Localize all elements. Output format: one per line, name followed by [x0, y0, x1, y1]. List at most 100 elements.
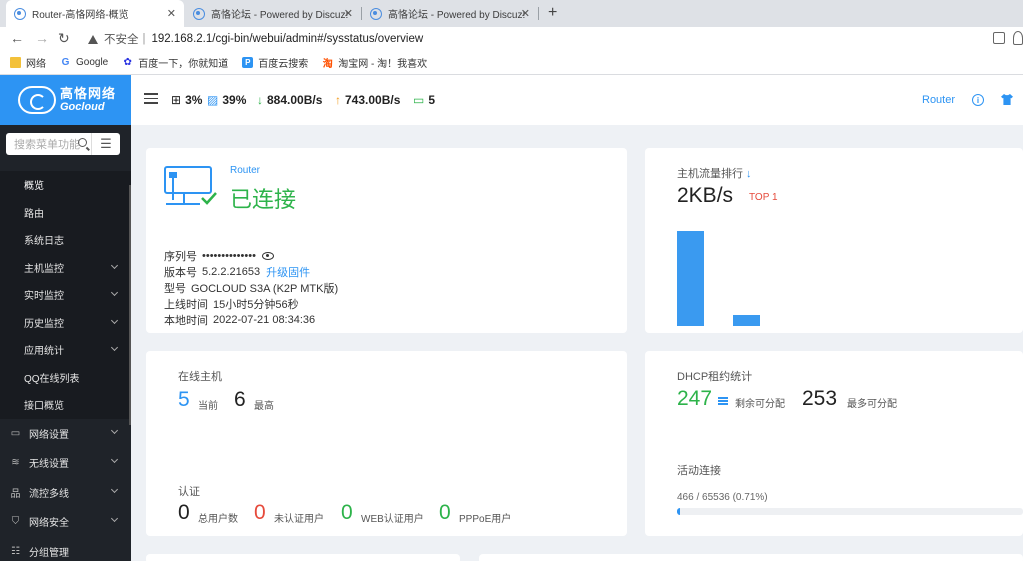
current-hosts-value: 5 — [178, 388, 190, 411]
online-hosts-card: 在线主机 5 当前 6 最高 认证 0 总用户数 0 未认证用户 0 WEB认证… — [146, 351, 627, 536]
forward-icon[interactable]: → — [35, 30, 49, 46]
sidebar-item-host-monitor[interactable]: 主机监控 — [0, 253, 131, 281]
sidebar-item-group-management[interactable]: ☷ 分组管理 — [0, 536, 131, 561]
warning-icon — [88, 34, 98, 44]
sidebar: 高恪网络 Gocloud 搜索菜单功能 ☰ 概览 路由 系统日志 主机监控 实时… — [0, 75, 131, 561]
sidebar-item-network-settings[interactable]: ▭ 网络设置 — [0, 418, 131, 448]
security-label: 不安全 — [104, 34, 139, 46]
share-icon[interactable] — [993, 32, 1005, 44]
traffic-rate: 2KB/s — [677, 184, 734, 207]
upload-stat: ↑ 743.00B/s — [335, 93, 401, 107]
tab-close-icon[interactable]: ✕ — [521, 7, 530, 20]
browser-tab-forum-1[interactable]: 高恪论坛 - Powered by Discuz! ✕ — [185, 0, 362, 27]
wifi-icon: ≋ — [11, 457, 20, 469]
rank-badge: TOP 1 — [749, 192, 778, 203]
router-name: Router — [230, 165, 261, 176]
sidebar-item-flow-control[interactable]: 品 流控多线 — [0, 477, 131, 507]
tab-close-icon[interactable]: ✕ — [344, 7, 353, 20]
menu-list-button[interactable]: ☰ — [91, 133, 120, 155]
info-icon[interactable]: i — [972, 94, 984, 106]
collapse-menu-icon[interactable] — [144, 93, 158, 105]
traffic-bar[interactable] — [733, 315, 760, 326]
chevron-down-icon — [110, 261, 119, 269]
eye-icon[interactable] — [261, 252, 274, 260]
progress-fill — [677, 508, 680, 515]
bookmarks-bar: 网络 G Google ✿ 百度一下，你就知道 P 百度云搜索 淘 淘宝网 - … — [0, 51, 1023, 75]
menu-search-input[interactable]: 搜索菜单功能 — [6, 133, 91, 155]
sidebar-item-overview[interactable]: 概览 — [0, 171, 131, 199]
active-connections-progress — [677, 508, 1023, 515]
download-arrow-icon: ↓ — [257, 93, 263, 107]
web-users-value: 0 — [341, 501, 353, 524]
serial-value: •••••••••••••• — [202, 250, 256, 262]
cpu-icon: ⊞ — [171, 93, 182, 107]
total-users-value: 0 — [178, 501, 190, 524]
upload-arrow-icon: ↑ — [335, 93, 341, 107]
url-text: 192.168.2.1/cgi-bin/webui/admin#/sysstat… — [151, 33, 424, 45]
hosts-stat: ▭ 5 — [413, 93, 436, 107]
brand-logo[interactable]: 高恪网络 Gocloud — [0, 75, 131, 125]
router-app: 高恪网络 Gocloud 搜索菜单功能 ☰ 概览 路由 系统日志 主机监控 实时… — [0, 75, 1023, 561]
localtime-value: 2022-07-21 08:34:36 — [213, 314, 316, 326]
router-status-card: Router 已连接 序列号 •••••••••••••• 版本号 5.2.2.… — [146, 148, 627, 333]
current-hosts-label: 当前 — [198, 401, 218, 412]
tab-favicon-icon — [14, 7, 26, 20]
sidebar-item-qq-online[interactable]: QQ在线列表 — [0, 363, 131, 391]
google-icon: G — [61, 57, 70, 68]
sidebar-item-interface-overview[interactable]: 接口概览 — [0, 391, 131, 419]
router-name-link[interactable]: Router — [922, 94, 955, 106]
network-icon: 品 — [10, 488, 21, 500]
profile-icon[interactable] — [1013, 31, 1023, 45]
menu-search: 搜索菜单功能 ☰ — [6, 133, 122, 155]
sidebar-item-realtime-monitor[interactable]: 实时监控 — [0, 281, 131, 309]
sidebar-item-network-security[interactable]: ⛉ 网络安全 — [0, 507, 131, 537]
baiduyun-icon: P — [242, 57, 254, 68]
bookmark-taobao[interactable]: 淘 淘宝网 - 淘！我喜欢 — [322, 55, 427, 70]
sidebar-item-routes[interactable]: 路由 — [0, 198, 131, 226]
group-icon: ☷ — [11, 545, 20, 557]
browser-tab-forum-2[interactable]: 高恪论坛 - Powered by Discuz! ✕ — [362, 0, 539, 27]
new-tab-button[interactable]: + — [548, 4, 557, 22]
shield-icon: ⛉ — [11, 516, 20, 528]
bookmark-baiduyun[interactable]: P 百度云搜索 — [242, 55, 308, 70]
max-hosts-label: 最高 — [254, 401, 274, 412]
sidebar-item-history-monitor[interactable]: 历史监控 — [0, 308, 131, 336]
traffic-ranking-card: 主机流量排行 ↓ 2KB/s TOP 1 — [645, 148, 1023, 333]
upgrade-firmware-link[interactable]: 升级固件 — [266, 264, 310, 280]
baidu-icon: ✿ — [123, 57, 132, 68]
sidebar-scrollbar[interactable] — [129, 185, 131, 425]
dhcp-title: DHCP租约统计 — [677, 371, 753, 383]
download-stat: ↓ 884.00B/s — [257, 93, 323, 107]
theme-shirt-icon[interactable] — [1001, 94, 1013, 105]
uptime-value: 15小时5分钟56秒 — [213, 299, 299, 311]
tab-close-icon[interactable]: ✕ — [167, 7, 176, 20]
list-icon[interactable] — [718, 397, 728, 405]
browser-tab-bar: Router-高恪网络-概览 ✕ 高恪论坛 - Powered by Discu… — [0, 0, 1023, 27]
total-users-label: 总用户数 — [198, 514, 238, 525]
tab-favicon-icon — [193, 7, 205, 20]
sort-down-icon: ↓ — [746, 168, 752, 180]
uptime-row: 上线时间 15小时5分钟56秒 — [164, 296, 299, 312]
model-value: GOCLOUD S3A (K2P MTK版) — [191, 283, 339, 295]
sidebar-item-syslog[interactable]: 系统日志 — [0, 226, 131, 254]
pppoe-users-label: PPPoE用户 — [459, 514, 512, 525]
sidebar-item-wireless-settings[interactable]: ≋ 无线设置 — [0, 448, 131, 478]
traffic-ranking-title[interactable]: 主机流量排行 ↓ — [677, 165, 752, 181]
url-field[interactable]: 不安全 | 192.168.2.1/cgi-bin/webui/admin#/s… — [80, 28, 1023, 50]
browser-tab-router[interactable]: Router-高恪网络-概览 ✕ — [6, 0, 184, 27]
bookmark-baidu[interactable]: ✿ 百度一下，你就知道 — [122, 55, 229, 70]
unauth-users-label: 未认证用户 — [274, 514, 324, 525]
search-icon[interactable] — [78, 138, 87, 147]
bookmark-folder[interactable]: 网络 — [10, 55, 46, 70]
reload-icon[interactable]: ↻ — [58, 30, 70, 47]
top-status-bar: ⊞ 3% ▨ 39% ↓ 884.00B/s ↑ 743.00B/s ▭ 5 R… — [131, 75, 1023, 125]
dhcp-stats-card: DHCP租约统计 247 剩余可分配 253 最多可分配 活动连接 466 / … — [645, 351, 1023, 536]
folder-icon — [10, 57, 21, 68]
back-icon[interactable]: ← — [10, 30, 24, 46]
gocloud-logo-icon — [18, 86, 56, 114]
sidebar-item-app-stats[interactable]: 应用统计 — [0, 336, 131, 364]
bookmark-google[interactable]: G Google — [60, 57, 109, 68]
router-icon — [164, 166, 217, 205]
traffic-bar[interactable] — [677, 231, 704, 326]
tab-title: 高恪论坛 - Powered by Discuz! — [388, 10, 526, 21]
